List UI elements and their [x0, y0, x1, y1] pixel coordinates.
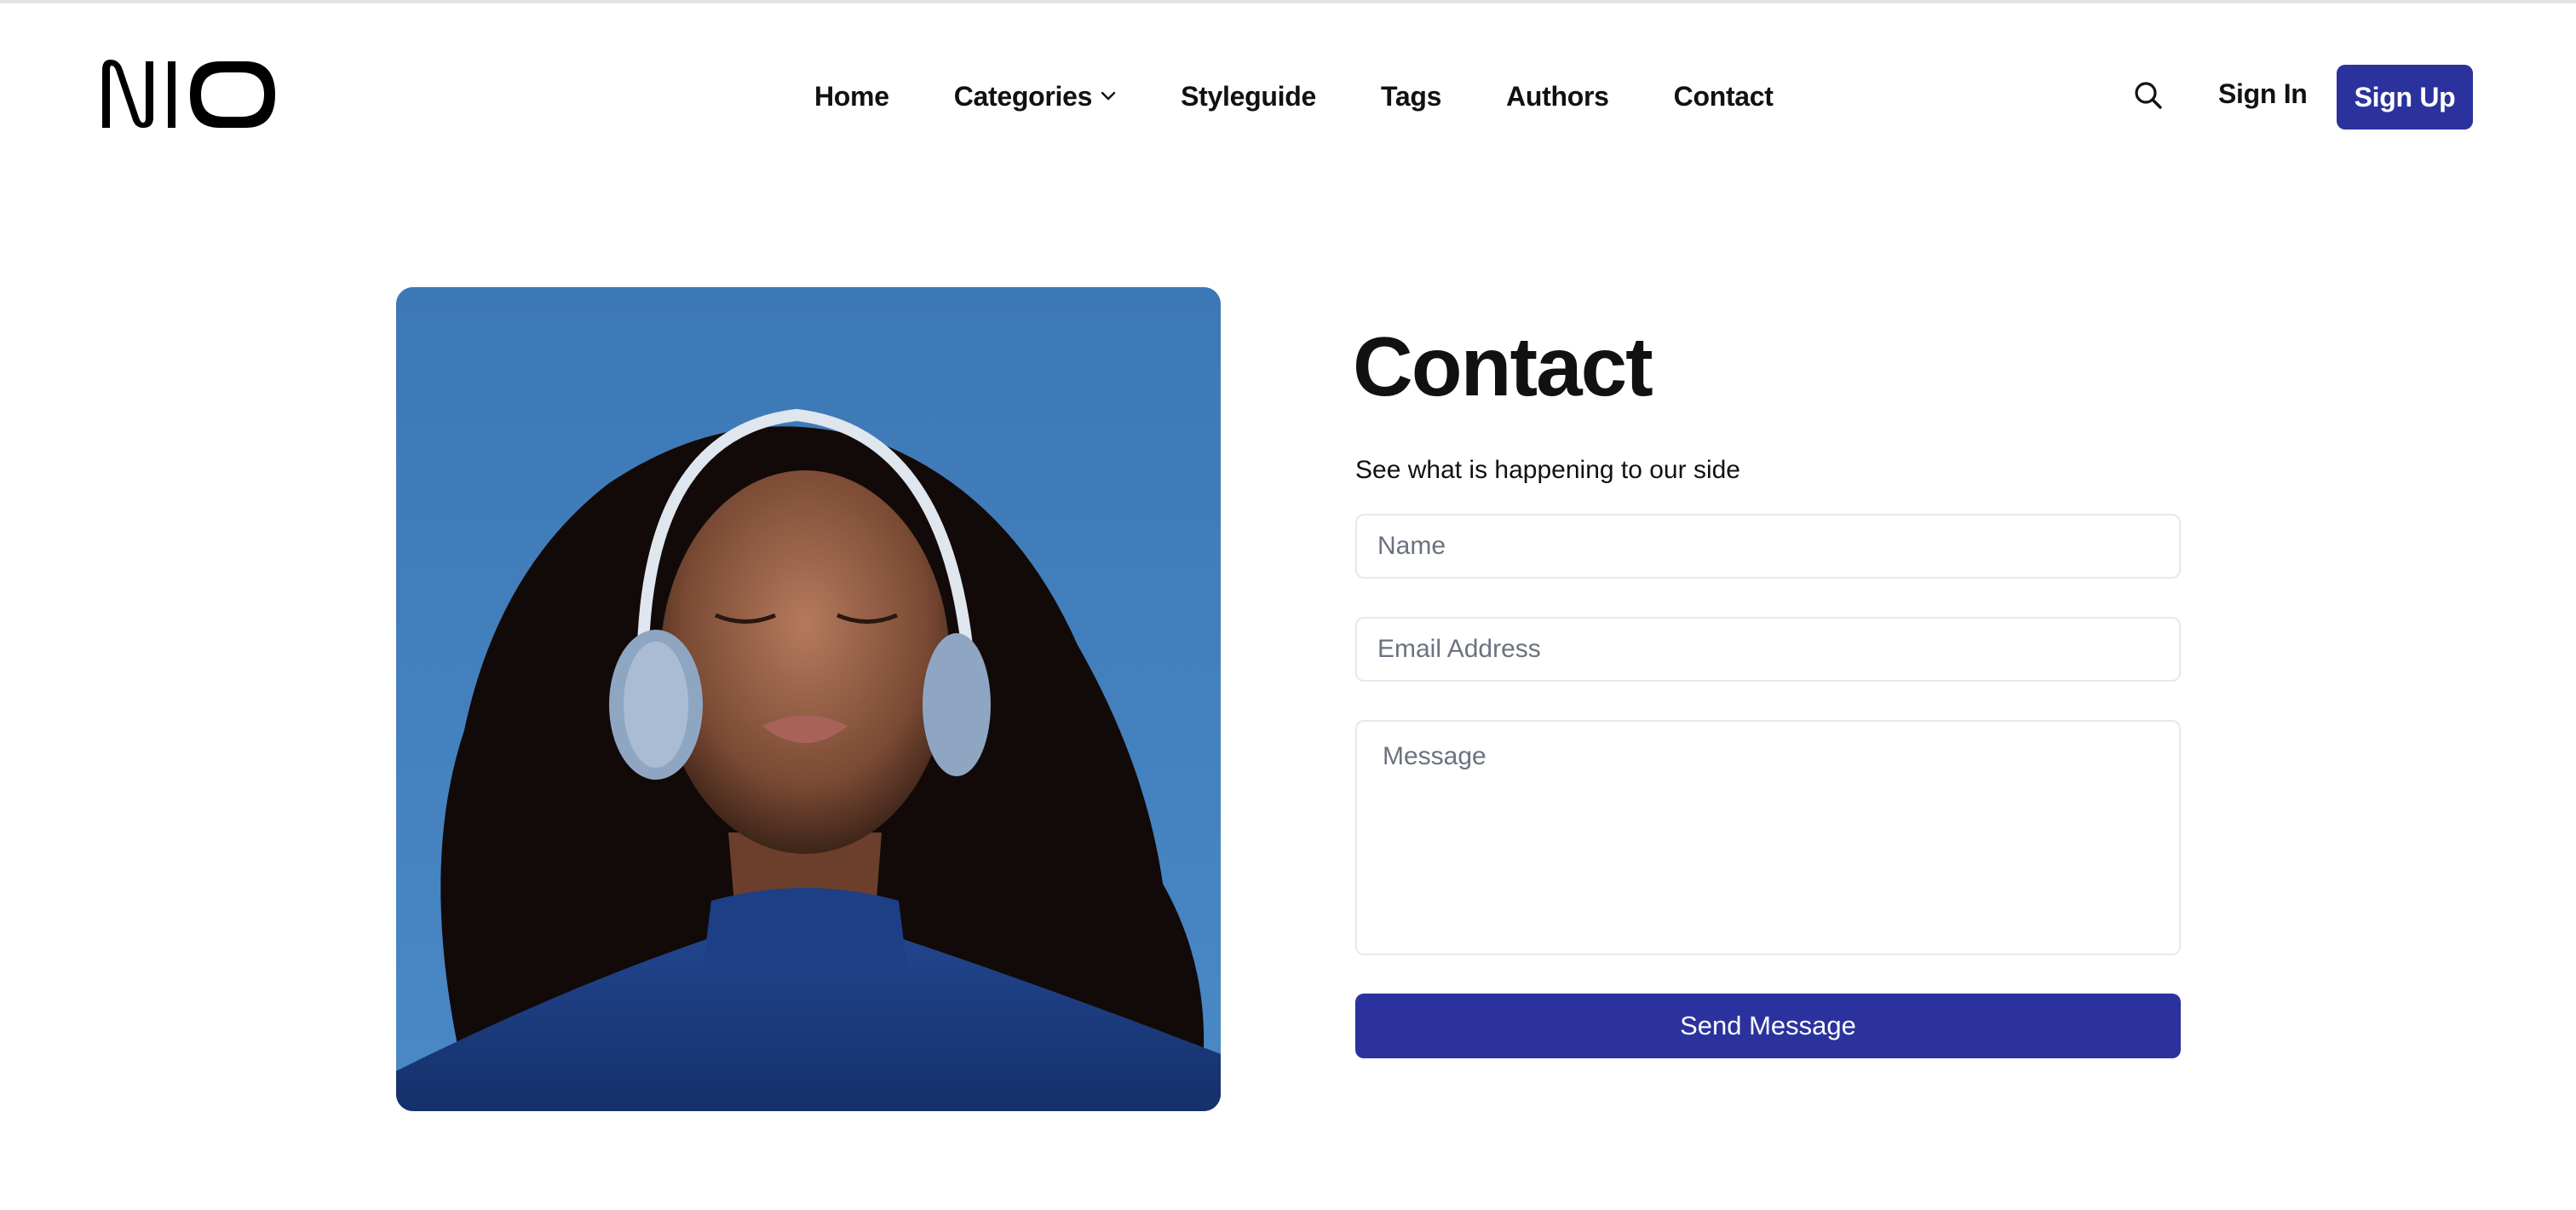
nav-tags-label: Tags [1380, 80, 1442, 112]
site-logo[interactable]: NIO [101, 58, 275, 130]
message-textarea[interactable] [1355, 720, 2181, 955]
contact-form-section: Contact See what is happening to our sid… [1353, 315, 2181, 1058]
nav-tags[interactable]: Tags [1381, 81, 1441, 112]
nav-authors[interactable]: Authors [1506, 81, 1609, 112]
site-header: NIO Home Categories Styleguide Tags Auth… [0, 3, 2576, 182]
page-title: Contact [1353, 320, 1653, 413]
search-icon [2135, 82, 2162, 109]
nio-logo-icon: NIO [102, 60, 275, 128]
portrait-illustration [396, 287, 1221, 1111]
page-subtitle: See what is happening to our side [1355, 456, 1740, 484]
email-input[interactable] [1355, 617, 2181, 682]
nav-categories-label: Categories [953, 80, 1093, 112]
nav-authors-label: Authors [1506, 80, 1609, 112]
contact-form: Send Message [1355, 514, 2181, 1058]
name-input[interactable] [1355, 514, 2181, 579]
nav-categories[interactable]: Categories [954, 81, 1116, 112]
hero-image [396, 287, 1221, 1111]
main-nav: Home Categories Styleguide Tags Authors … [814, 75, 1774, 118]
nav-contact-label: Contact [1673, 80, 1774, 112]
send-message-button[interactable]: Send Message [1355, 994, 2181, 1058]
nav-home-label: Home [814, 80, 889, 112]
sign-up-button[interactable]: Sign Up [2337, 65, 2473, 130]
search-button[interactable] [2130, 77, 2167, 114]
nav-contact[interactable]: Contact [1674, 81, 1774, 112]
nav-styleguide[interactable]: Styleguide [1181, 81, 1316, 112]
nav-home[interactable]: Home [814, 81, 889, 112]
nav-styleguide-label: Styleguide [1181, 80, 1316, 112]
chevron-down-icon [1101, 91, 1116, 101]
sign-in-link[interactable]: Sign In [2218, 78, 2308, 110]
